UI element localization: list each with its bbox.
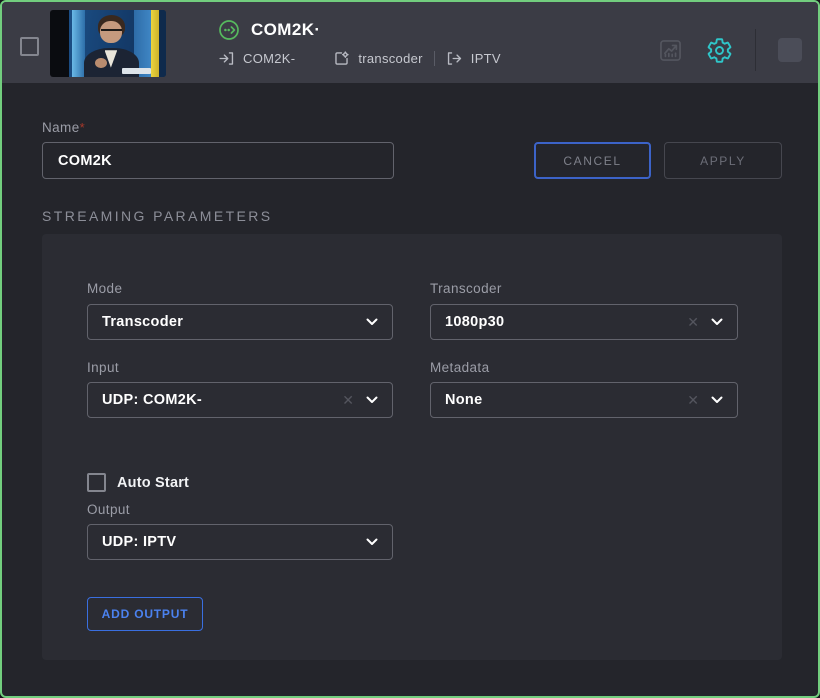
mode-label: Mode [87,281,122,296]
clear-icon[interactable]: ✕ [687,393,699,407]
apply-button[interactable]: APPLY [664,142,782,179]
input-source-icon [218,50,235,67]
cancel-button[interactable]: CANCEL [534,142,651,179]
output-label: Output [87,502,130,517]
mode-value: Transcoder [102,314,366,330]
add-output-button[interactable]: ADD OUTPUT [87,597,203,631]
transcoder-select[interactable]: 1080p30 ✕ [430,304,738,340]
input-value: UDP: COM2K- [102,392,342,408]
clear-icon[interactable]: ✕ [342,393,354,407]
breadcrumb-output-label: IPTV [471,51,501,66]
breadcrumb-output: IPTV [446,50,501,67]
auto-start-toggle[interactable]: Auto Start [87,473,189,492]
input-label: Input [87,360,119,375]
header-divider [755,29,756,71]
mode-select[interactable]: Transcoder [87,304,393,340]
chevron-down-icon [366,318,378,326]
output-icon [446,50,463,67]
transcoder-value: 1080p30 [445,314,687,330]
stream-config-window: COM2K· COM2K- [0,0,820,698]
metadata-label: Metadata [430,360,490,375]
stats-chart-icon[interactable] [657,37,684,64]
output-select[interactable]: UDP: IPTV [87,524,393,560]
breadcrumb-input-label: COM2K- [243,51,295,66]
header-actions [657,29,802,71]
title-row: COM2K· [218,19,320,41]
breadcrumb-input: COM2K- [218,50,295,67]
chevron-down-icon [366,396,378,404]
stream-status-icon [218,19,240,41]
breadcrumb-transcoder-label: transcoder [358,51,422,66]
breadcrumb-transcoder: transcoder [333,50,422,67]
input-select[interactable]: UDP: COM2K- ✕ [87,382,393,418]
breadcrumb-divider [434,51,435,66]
section-title: STREAMING PARAMETERS [42,208,273,224]
video-thumbnail[interactable] [50,10,166,77]
required-mark: * [80,120,85,135]
breadcrumb: COM2K- transcoder [218,50,501,67]
auto-start-checkbox[interactable] [87,473,106,492]
stop-button[interactable] [778,38,802,62]
chevron-down-icon [711,396,723,404]
gear-icon[interactable] [706,37,733,64]
name-input[interactable] [42,142,394,179]
chevron-down-icon [366,538,378,546]
chevron-down-icon [711,318,723,326]
select-checkbox[interactable] [20,37,39,56]
header-bar: COM2K· COM2K- [2,2,818,83]
page-title: COM2K· [251,20,320,40]
output-value: UDP: IPTV [102,534,366,550]
metadata-select[interactable]: None ✕ [430,382,738,418]
transcoder-icon [333,50,350,67]
transcoder-label: Transcoder [430,281,502,296]
clear-icon[interactable]: ✕ [687,315,699,329]
auto-start-label: Auto Start [117,475,189,491]
name-label: Name* [42,120,85,135]
metadata-value: None [445,392,687,408]
